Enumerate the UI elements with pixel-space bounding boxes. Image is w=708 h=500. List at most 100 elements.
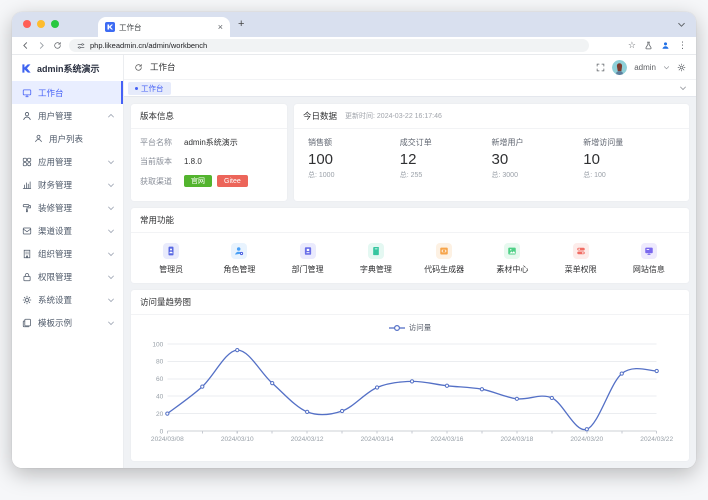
sidebar-item-label: 应用管理 bbox=[38, 156, 72, 168]
extension-beaker-icon[interactable] bbox=[644, 41, 653, 50]
traffic-lights bbox=[23, 20, 59, 28]
svg-text:2024/03/12: 2024/03/12 bbox=[291, 436, 324, 443]
svg-text:2024/03/10: 2024/03/10 bbox=[221, 436, 254, 443]
svg-text:2024/03/08: 2024/03/08 bbox=[151, 436, 184, 443]
refresh-icon[interactable] bbox=[134, 63, 143, 72]
finance-icon bbox=[22, 180, 32, 190]
tab-search-chevron-icon[interactable] bbox=[677, 20, 686, 29]
sidebar-item-label: 组织管理 bbox=[38, 248, 72, 260]
visits-trend-card: 访问量趋势图 访问量 0204060801002024/03/082024/03… bbox=[131, 290, 689, 461]
sidebar-item-channel-settings[interactable]: 渠道设置 bbox=[12, 219, 123, 242]
browser-toolbar: php.likeadmin.cn/admin/workbench ☆ ⋮ bbox=[12, 37, 696, 55]
channel-row: 获取渠道 官网 Gitee bbox=[140, 175, 278, 187]
username[interactable]: admin bbox=[634, 63, 656, 72]
tab-workbench[interactable]: 工作台 bbox=[128, 82, 171, 95]
sidebar-item-label: 用户列表 bbox=[49, 133, 83, 145]
site-settings-icon[interactable] bbox=[77, 42, 85, 50]
sidebar-item-user-list[interactable]: 用户列表 bbox=[12, 127, 123, 150]
sidebar-item-finance-management[interactable]: 财务管理 bbox=[12, 173, 123, 196]
app-logo[interactable]: admin系统演示 bbox=[12, 55, 123, 81]
function-dictionary-management[interactable]: 字典管理 bbox=[342, 243, 410, 275]
chevron-down-icon bbox=[107, 181, 115, 189]
organization-icon bbox=[22, 249, 32, 259]
minimize-window-button[interactable] bbox=[37, 20, 45, 28]
logo-k-icon bbox=[21, 63, 32, 74]
toolbar-icons: ☆ ⋮ bbox=[628, 41, 687, 50]
browser-menu-icon[interactable]: ⋮ bbox=[678, 41, 687, 50]
sidebar-item-app-management[interactable]: 应用管理 bbox=[12, 150, 123, 173]
user-icon bbox=[34, 134, 43, 143]
svg-text:100: 100 bbox=[152, 341, 163, 348]
browser-tab[interactable]: 工作台 × bbox=[98, 17, 230, 37]
zoom-window-button[interactable] bbox=[51, 20, 59, 28]
current-version-row: 当前版本 1.8.0 bbox=[140, 156, 278, 167]
sidebar-item-template-examples[interactable]: 模板示例 bbox=[12, 311, 123, 334]
role-icon bbox=[231, 243, 247, 259]
profile-avatar-icon[interactable] bbox=[661, 41, 670, 50]
code-generator-icon bbox=[436, 243, 452, 259]
sidebar-item-user-management[interactable]: 用户管理 bbox=[12, 104, 123, 127]
metric-new-users: 新增用户 30 总: 3000 bbox=[492, 137, 584, 180]
legend-label: 访问量 bbox=[409, 322, 432, 333]
back-icon[interactable] bbox=[21, 41, 30, 50]
sidebar-item-system-settings[interactable]: 系统设置 bbox=[12, 288, 123, 311]
sidebar-item-label: 用户管理 bbox=[38, 110, 72, 122]
function-website-info[interactable]: 网站信息 bbox=[615, 243, 683, 275]
svg-text:0: 0 bbox=[160, 428, 164, 435]
platform-name-row: 平台名称 admin系统演示 bbox=[140, 137, 278, 148]
function-menu-permissions[interactable]: 菜单权限 bbox=[547, 243, 615, 275]
chevron-down-icon[interactable] bbox=[663, 64, 670, 71]
app-grid-icon bbox=[22, 157, 32, 167]
fullscreen-icon[interactable] bbox=[596, 63, 605, 72]
sidebar-item-workbench[interactable]: 工作台 bbox=[12, 81, 123, 104]
card-title: 常用功能 bbox=[131, 208, 689, 233]
admin-badge-icon bbox=[163, 243, 179, 259]
svg-text:2024/03/16: 2024/03/16 bbox=[431, 436, 464, 443]
channel-mail-icon bbox=[22, 226, 32, 236]
chevron-down-icon[interactable] bbox=[679, 84, 687, 92]
tab-close-icon[interactable]: × bbox=[218, 23, 223, 32]
gitee-button[interactable]: Gitee bbox=[217, 175, 248, 187]
user-avatar[interactable] bbox=[612, 60, 627, 75]
close-window-button[interactable] bbox=[23, 20, 31, 28]
sidebar-item-label: 权限管理 bbox=[38, 271, 72, 283]
new-tab-button[interactable]: + bbox=[238, 19, 244, 30]
reload-icon[interactable] bbox=[53, 41, 62, 50]
sidebar-item-label: 装修管理 bbox=[38, 202, 72, 214]
chevron-down-icon bbox=[107, 250, 115, 258]
svg-text:2024/03/18: 2024/03/18 bbox=[500, 436, 533, 443]
website-icon bbox=[641, 243, 657, 259]
svg-text:40: 40 bbox=[156, 394, 164, 401]
sidebar-item-decoration-management[interactable]: 装修管理 bbox=[12, 196, 123, 219]
sidebar-item-label: 财务管理 bbox=[38, 179, 72, 191]
bookmark-star-icon[interactable]: ☆ bbox=[628, 41, 636, 50]
sidebar-item-label: 系统设置 bbox=[38, 294, 72, 306]
active-dot-icon bbox=[135, 87, 138, 90]
sidebar-item-permission-management[interactable]: 权限管理 bbox=[12, 265, 123, 288]
svg-text:60: 60 bbox=[156, 376, 164, 383]
chevron-down-icon bbox=[107, 319, 115, 327]
function-material-center[interactable]: 素材中心 bbox=[478, 243, 546, 275]
sidebar-nav: 工作台 用户管理 bbox=[12, 81, 123, 334]
address-bar[interactable]: php.likeadmin.cn/admin/workbench bbox=[69, 39, 589, 52]
sidebar-item-label: 模板示例 bbox=[38, 317, 72, 329]
updated-time: 更新时间: 2024-03-22 16:17:46 bbox=[345, 111, 442, 121]
function-department-management[interactable]: 部门管理 bbox=[274, 243, 342, 275]
function-admin[interactable]: 管理员 bbox=[137, 243, 205, 275]
svg-text:80: 80 bbox=[156, 359, 164, 366]
chart-legend[interactable]: 访问量 bbox=[137, 318, 683, 336]
function-code-generator[interactable]: 代码生成器 bbox=[410, 243, 478, 275]
chevron-down-icon bbox=[107, 273, 115, 281]
desktop: 工作台 × + php.likeadmin.cn/admin/workbench bbox=[0, 0, 708, 500]
function-role-management[interactable]: 角色管理 bbox=[205, 243, 273, 275]
metric-new-visits: 新增访问量 10 总: 100 bbox=[583, 137, 675, 180]
chevron-down-icon bbox=[107, 158, 115, 166]
sidebar-item-organization-management[interactable]: 组织管理 bbox=[12, 242, 123, 265]
forward-icon[interactable] bbox=[37, 41, 46, 50]
gear-icon[interactable] bbox=[677, 63, 686, 72]
department-icon bbox=[300, 243, 316, 259]
metric-sales: 销售额 100 总: 1000 bbox=[308, 137, 400, 180]
official-site-button[interactable]: 官网 bbox=[184, 175, 212, 187]
sidebar-item-label: 渠道设置 bbox=[38, 225, 72, 237]
dictionary-icon bbox=[368, 243, 384, 259]
